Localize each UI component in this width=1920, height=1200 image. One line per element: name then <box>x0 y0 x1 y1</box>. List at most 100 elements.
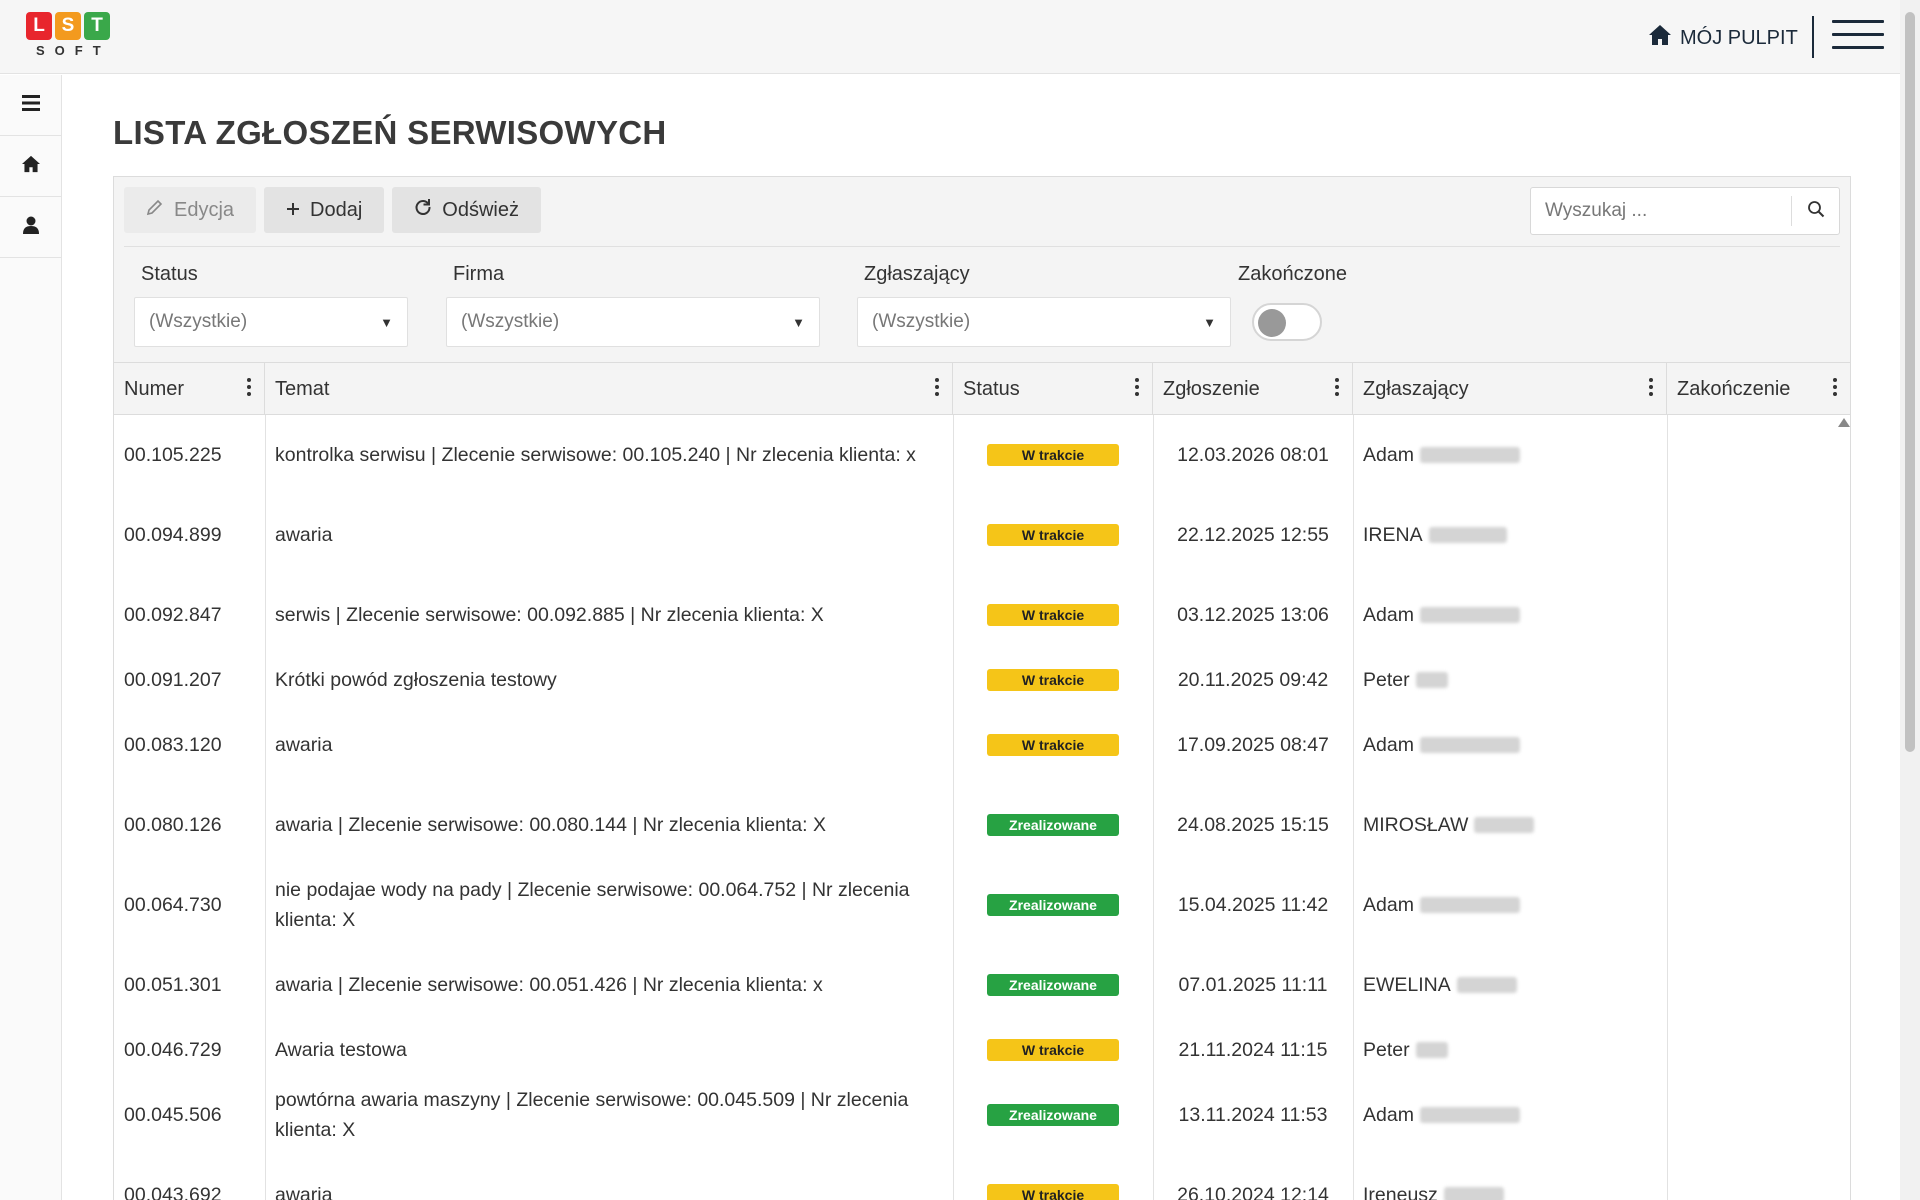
caret-down-icon: ▼ <box>380 314 393 330</box>
cell-reporter: MIROSŁAW <box>1363 785 1663 865</box>
reporter-filter-select[interactable]: (Wszystkie) ▼ <box>857 297 1231 347</box>
table-row[interactable]: 00.105.225 kontrolka serwisu | Zlecenie s… <box>114 415 1834 495</box>
cell-topic: awaria | Zlecenie serwisowe: 00.051.426 … <box>275 974 823 996</box>
cell-topic: awaria <box>275 524 333 546</box>
table-row[interactable]: 00.091.207 Krótki powód zgłoszenia testow… <box>114 655 1834 705</box>
table-row[interactable]: 00.092.847 serwis | Zlecenie serwisowe: 0… <box>114 575 1834 655</box>
toggle-knob <box>1258 309 1286 337</box>
cell-submitted: 17.09.2025 08:47 <box>1177 734 1329 756</box>
column-header-label: Numer <box>124 377 185 400</box>
my-dashboard-link[interactable]: MÓJ PULPIT <box>1648 24 1798 52</box>
page-scrollbar-thumb[interactable] <box>1905 12 1915 752</box>
column-header-reporter[interactable]: Zgłaszający <box>1353 363 1667 415</box>
hamburger-icon[interactable] <box>1832 20 1884 54</box>
cell-status: Zrealizowane <box>953 945 1153 1025</box>
cell-completed <box>1677 1075 1837 1155</box>
search-button[interactable] <box>1791 196 1839 226</box>
finished-toggle[interactable] <box>1252 303 1322 341</box>
cell-number: 00.091.207 <box>124 669 222 691</box>
reporter-first-name: Ireneusz <box>1363 1184 1438 1200</box>
cell-completed <box>1677 575 1837 655</box>
search-icon <box>1807 200 1825 223</box>
cell-status: W trakcie <box>953 495 1153 575</box>
table-row[interactable]: 00.080.126 awaria | Zlecenie serwisowe: 0… <box>114 785 1834 865</box>
cell-number: 00.043.692 <box>124 1184 222 1200</box>
table-row[interactable]: 00.045.506 powtórna awaria maszyny | Zlec… <box>114 1075 1834 1155</box>
search-input[interactable] <box>1531 188 1791 234</box>
reporter-first-name: Adam <box>1363 894 1414 916</box>
lst-soft-logo[interactable]: L S T SOFT <box>26 12 116 64</box>
refresh-button[interactable]: Odśwież <box>392 187 541 233</box>
cell-submitted: 03.12.2025 13:06 <box>1177 604 1329 626</box>
table-row[interactable]: 00.051.301 awaria | Zlecenie serwisowe: 0… <box>114 945 1834 1025</box>
logo-letter-s: S <box>55 12 81 40</box>
column-header-completed[interactable]: Zakończenie <box>1667 363 1850 415</box>
cell-topic: kontrolka serwisu | Zlecenie serwisowe: … <box>275 444 916 466</box>
cell-submitted: 12.03.2026 08:01 <box>1177 444 1329 466</box>
column-menu-icon[interactable] <box>1648 378 1654 400</box>
cell-completed <box>1677 655 1837 705</box>
column-menu-icon[interactable] <box>934 378 940 400</box>
table-row[interactable]: 00.046.729 Awaria testowa W trakcie 21.11.2… <box>114 1025 1834 1075</box>
plus-icon <box>286 199 300 222</box>
reporter-first-name: EWELINA <box>1363 974 1451 996</box>
cell-status: W trakcie <box>953 655 1153 705</box>
column-menu-icon[interactable] <box>1832 378 1838 400</box>
column-menu-icon[interactable] <box>1134 378 1140 400</box>
column-header-label: Temat <box>275 377 330 400</box>
column-header-status[interactable]: Status <box>953 363 1153 415</box>
table-row[interactable]: 00.094.899 awaria W trakcie 22.12.2025 12:5… <box>114 495 1834 575</box>
grid-header: Numer Temat Status Zgłoszenie Zgłaszając… <box>114 363 1850 415</box>
cell-reporter: Peter <box>1363 655 1663 705</box>
cell-number: 00.051.301 <box>124 974 222 996</box>
cell-topic: nie podajae wody na pady | Zlecenie serw… <box>275 879 910 931</box>
cell-status: W trakcie <box>953 705 1153 785</box>
cell-submitted: 20.11.2025 09:42 <box>1177 669 1329 691</box>
column-header-topic[interactable]: Temat <box>265 363 953 415</box>
cell-number: 00.046.729 <box>124 1039 222 1061</box>
cell-topic: awaria <box>275 1184 333 1200</box>
cell-submitted: 22.12.2025 12:55 <box>1177 524 1329 546</box>
sidebar-toggle-menu[interactable] <box>0 75 61 136</box>
status-badge: W trakcie <box>987 604 1119 626</box>
cell-number: 00.045.506 <box>124 1104 222 1126</box>
caret-down-icon: ▼ <box>1203 314 1216 330</box>
column-menu-icon[interactable] <box>1334 378 1340 400</box>
status-badge: Zrealizowane <box>987 1104 1119 1126</box>
cell-submitted: 24.08.2025 15:15 <box>1177 814 1329 836</box>
cell-status: Zrealizowane <box>953 865 1153 945</box>
table-row[interactable]: 00.043.692 awaria W trakcie 26.10.2024 12:1… <box>114 1155 1834 1200</box>
cell-status: W trakcie <box>953 1155 1153 1200</box>
logo-letter-t: T <box>84 12 110 40</box>
column-header-submitted[interactable]: Zgłoszenie <box>1153 363 1353 415</box>
table-row[interactable]: 00.083.120 awaria W trakcie 17.09.2025 08:4… <box>114 705 1834 785</box>
page-scrollbar[interactable] <box>1900 0 1920 1200</box>
my-dashboard-label: MÓJ PULPIT <box>1680 26 1798 49</box>
status-filter-select[interactable]: (Wszystkie) ▼ <box>134 297 408 347</box>
cell-completed <box>1677 705 1837 785</box>
reporter-filter-value: (Wszystkie) <box>872 311 971 332</box>
cell-topic: awaria <box>275 734 333 756</box>
redacted-surname <box>1474 817 1535 833</box>
add-button[interactable]: Dodaj <box>264 187 385 233</box>
column-header-number[interactable]: Numer <box>114 363 265 415</box>
cell-submitted: 21.11.2024 11:15 <box>1178 1039 1328 1061</box>
search-box <box>1530 187 1840 235</box>
company-filter-select[interactable]: (Wszystkie) ▼ <box>446 297 820 347</box>
sidebar-item-user[interactable] <box>0 197 61 258</box>
cell-number: 00.083.120 <box>124 734 222 756</box>
column-menu-icon[interactable] <box>246 378 252 400</box>
status-badge: W trakcie <box>987 1184 1119 1200</box>
edit-button[interactable]: Edycja <box>124 187 257 233</box>
cell-completed <box>1677 415 1837 495</box>
redacted-surname <box>1419 737 1520 753</box>
table-row[interactable]: 00.064.730 nie podajae wody na pady | Zle… <box>114 865 1834 945</box>
grid-scroll-up-arrow-icon[interactable] <box>1838 418 1850 427</box>
toolbar-separator <box>124 246 1840 247</box>
company-filter-value: (Wszystkie) <box>461 311 560 332</box>
requests-grid: Numer Temat Status Zgłoszenie Zgłaszając… <box>114 362 1850 1200</box>
sidebar-item-home[interactable] <box>0 136 61 197</box>
status-badge: W trakcie <box>987 1039 1119 1061</box>
company-filter-label: Firma <box>453 263 505 285</box>
reporter-first-name: Adam <box>1363 604 1414 626</box>
